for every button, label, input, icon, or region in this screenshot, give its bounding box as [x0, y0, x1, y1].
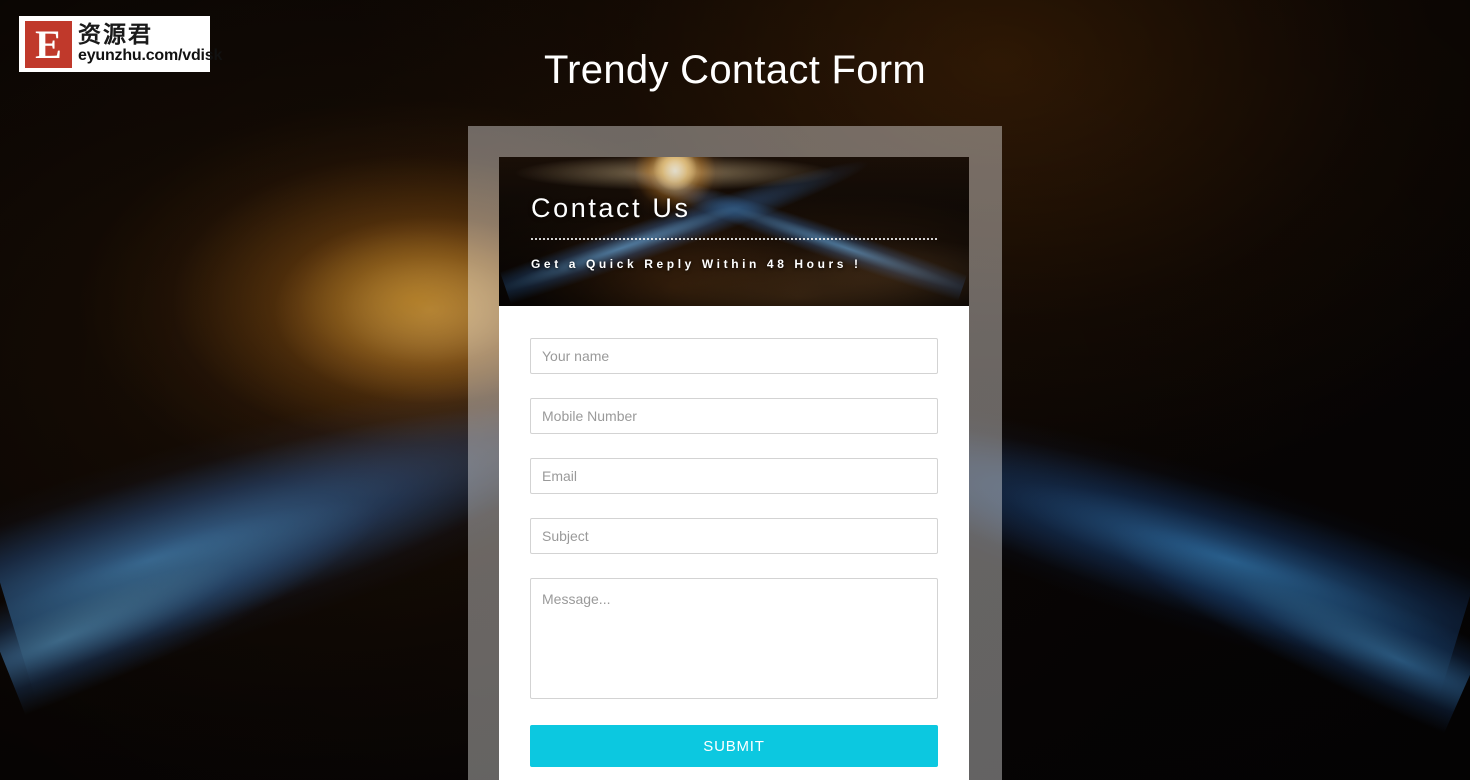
watermark-logo: E 资源君 eyunzhu.com/vdisk: [19, 16, 222, 72]
header-dotted-divider: [531, 238, 937, 240]
contact-form-wrapper: Contact Us Get a Quick Reply Within 48 H…: [468, 126, 1002, 780]
contact-card: Contact Us Get a Quick Reply Within 48 H…: [499, 157, 969, 780]
logo-text-block: 资源君 eyunzhu.com/vdisk: [72, 24, 222, 64]
logo-url-text: eyunzhu.com/vdisk: [78, 47, 223, 64]
card-header-banner: Contact Us Get a Quick Reply Within 48 H…: [499, 157, 969, 306]
card-subtitle: Get a Quick Reply Within 48 Hours !: [531, 257, 862, 271]
page-root: E 资源君 eyunzhu.com/vdisk Trendy Contact F…: [0, 0, 1470, 780]
logo-chinese-text: 资源君: [78, 22, 153, 48]
name-input[interactable]: [530, 338, 938, 374]
card-header-content: Contact Us Get a Quick Reply Within 48 H…: [499, 157, 969, 271]
mobile-number-input[interactable]: [530, 398, 938, 434]
email-input[interactable]: [530, 458, 938, 494]
contact-form: SUBMIT: [499, 306, 969, 780]
message-textarea[interactable]: [530, 578, 938, 699]
card-title: Contact Us: [531, 193, 691, 223]
logo-letter-e-icon: E: [25, 20, 72, 68]
submit-button[interactable]: SUBMIT: [530, 725, 938, 767]
subject-input[interactable]: [530, 518, 938, 554]
